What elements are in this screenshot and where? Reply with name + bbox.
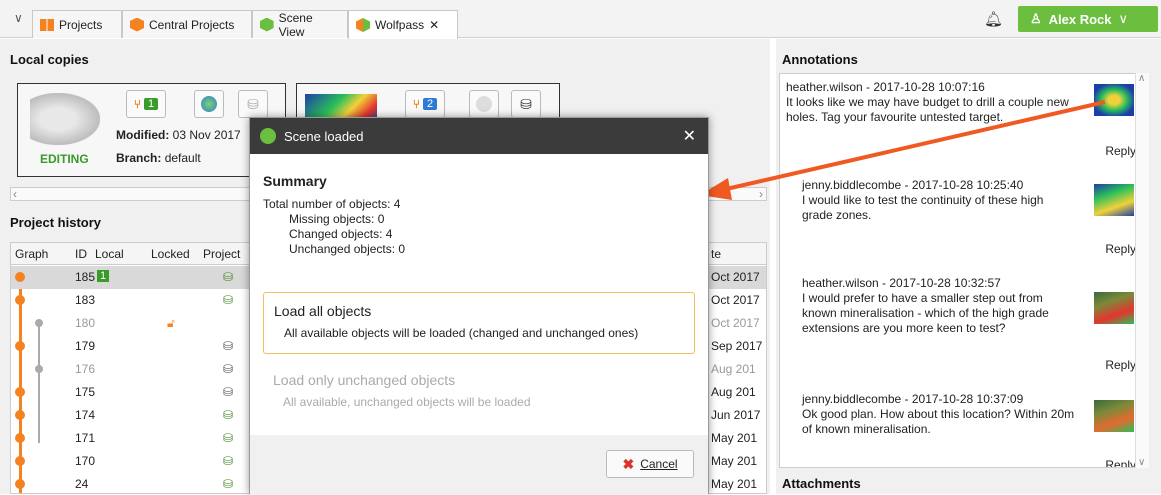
cancel-icon: ✖ <box>622 455 635 472</box>
unchanged-objects: Unchanged objects: 0 <box>289 242 406 256</box>
close-icon[interactable]: ✕ <box>683 126 696 146</box>
option-description: All available objects will be loaded (ch… <box>284 326 639 340</box>
dialog-titlebar: Scene loaded ✕ <box>250 118 708 154</box>
load-all-option[interactable]: Load all objects All available objects w… <box>263 292 695 354</box>
option-title: Load only unchanged objects <box>273 372 456 388</box>
cancel-button[interactable]: ✖ Cancel <box>606 450 694 478</box>
missing-objects: Missing objects: 0 <box>289 212 385 226</box>
app-icon <box>260 128 276 144</box>
total-objects: Total number of objects: 4 <box>263 197 401 211</box>
summary-title: Summary <box>263 173 327 189</box>
cancel-label: Cancel <box>640 457 678 471</box>
load-unchanged-option: Load only unchanged objects All availabl… <box>263 362 695 424</box>
dialog-title: Scene loaded <box>284 128 364 144</box>
option-description: All available, unchanged objects will be… <box>283 395 531 409</box>
summary-stats: Total number of objects: 4 Missing objec… <box>263 197 405 257</box>
option-title: Load all objects <box>274 303 372 319</box>
dialog-footer: ✖ Cancel <box>250 435 708 495</box>
scene-loaded-dialog: Scene loaded ✕ Summary Total number of o… <box>249 117 709 495</box>
changed-objects: Changed objects: 4 <box>289 227 393 241</box>
